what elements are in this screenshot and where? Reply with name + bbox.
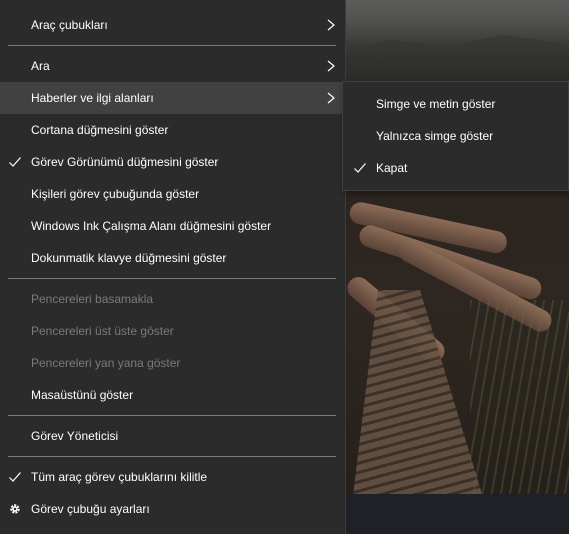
- menu-item-task-manager[interactable]: Görev Yöneticisi: [0, 420, 346, 452]
- menu-item-news-interests[interactable]: Haberler ve ilgi alanları: [0, 82, 346, 114]
- chevron-right-icon: [327, 19, 335, 31]
- menu-item-label: Görev Görünümü düğmesini göster: [31, 155, 219, 169]
- menu-item-show-task-view[interactable]: Görev Görünümü düğmesini göster: [0, 146, 346, 178]
- menu-item-taskbar-settings[interactable]: Görev çubuğu ayarları: [0, 493, 346, 525]
- submenu-item-label: Simge ve metin göster: [376, 97, 496, 111]
- menu-item-label: Dokunmatik klavye düğmesini göster: [31, 251, 227, 265]
- gear-icon: [10, 504, 20, 514]
- chevron-right-icon: [327, 60, 335, 72]
- menu-item-label: Tüm araç görev çubuklarını kilitle: [31, 470, 208, 484]
- menu-item-label: Görev Yöneticisi: [31, 429, 119, 443]
- menu-item-lock-taskbars[interactable]: Tüm araç görev çubuklarını kilitle: [0, 461, 346, 493]
- menu-item-show-windows-ink[interactable]: Windows Ink Çalışma Alanı düğmesini göst…: [0, 210, 346, 242]
- menu-item-label: Kişileri görev çubuğunda göster: [31, 187, 200, 201]
- checkmark-icon: [354, 163, 366, 173]
- wallpaper-boardwalk: [350, 290, 490, 520]
- menu-item-stack-windows: Pencereleri üst üste göster: [0, 315, 346, 347]
- menu-item-show-people[interactable]: Kişileri görev çubuğunda göster: [0, 178, 346, 210]
- menu-item-label: Ara: [31, 59, 50, 73]
- checkmark-icon: [9, 157, 21, 167]
- menu-item-toolbars[interactable]: Araç çubukları: [0, 9, 346, 41]
- menu-item-label: Araç çubukları: [31, 18, 108, 32]
- menu-item-label: Cortana düğmesini göster: [31, 123, 169, 137]
- menu-separator: [8, 415, 336, 416]
- menu-separator: [8, 45, 336, 46]
- submenu-item-turn-off[interactable]: Kapat: [343, 152, 568, 184]
- menu-separator: [8, 278, 336, 279]
- submenu-item-show-icon-only[interactable]: Yalnızca simge göster: [343, 120, 568, 152]
- menu-item-show-cortana[interactable]: Cortana düğmesini göster: [0, 114, 346, 146]
- checkmark-icon: [9, 472, 21, 482]
- menu-item-label: Pencereleri yan yana göster: [31, 356, 181, 370]
- menu-item-label: Pencereleri basamakla: [31, 292, 154, 306]
- menu-item-label: Windows Ink Çalışma Alanı düğmesini göst…: [31, 219, 272, 233]
- taskbar-context-menu: Araç çubukları Ara Haberler ve ilgi alan…: [0, 0, 346, 534]
- menu-item-show-desktop[interactable]: Masaüstünü göster: [0, 379, 346, 411]
- submenu-item-show-icon-and-text[interactable]: Simge ve metin göster: [343, 88, 568, 120]
- submenu-item-label: Yalnızca simge göster: [376, 129, 494, 143]
- menu-separator: [8, 456, 336, 457]
- wallpaper-hills: [346, 34, 569, 78]
- submenu-item-label: Kapat: [376, 161, 408, 175]
- menu-item-search[interactable]: Ara: [0, 50, 346, 82]
- wallpaper-bottom: [346, 494, 569, 534]
- menu-item-show-touch-keyboard[interactable]: Dokunmatik klavye düğmesini göster: [0, 242, 346, 274]
- menu-item-label: Görev çubuğu ayarları: [31, 502, 150, 516]
- chevron-right-icon: [327, 92, 335, 104]
- menu-item-label: Masaüstünü göster: [31, 388, 134, 402]
- menu-item-label: Haberler ve ilgi alanları: [31, 91, 154, 105]
- menu-item-label: Pencereleri üst üste göster: [31, 324, 174, 338]
- wallpaper-grass: [470, 300, 569, 500]
- menu-item-side-by-side-windows: Pencereleri yan yana göster: [0, 347, 346, 379]
- news-interests-submenu: Simge ve metin göster Yalnızca simge gös…: [342, 81, 569, 191]
- menu-item-cascade-windows: Pencereleri basamakla: [0, 283, 346, 315]
